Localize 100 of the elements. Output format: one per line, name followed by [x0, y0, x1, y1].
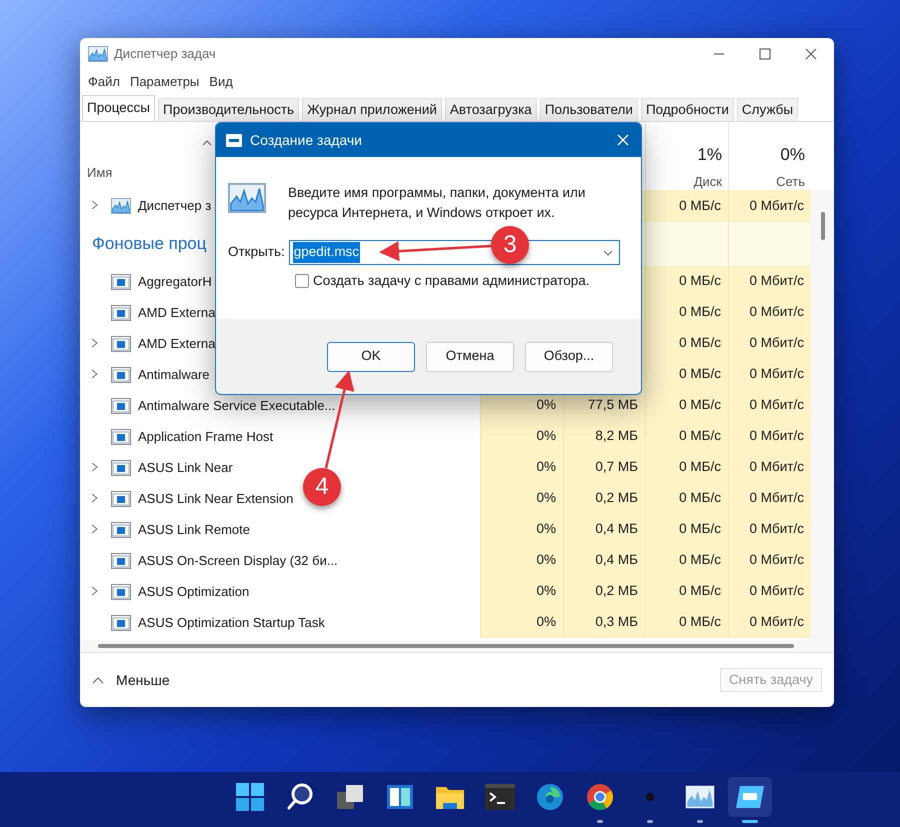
table-cell: 0 Мбит/с [728, 190, 811, 222]
process-icon [111, 336, 131, 352]
menu-item[interactable]: Параметры [126, 72, 204, 92]
usage-total: 1% [697, 144, 722, 166]
expand-chevron-icon[interactable] [91, 492, 98, 502]
table-cell: 0 Мбит/с [728, 390, 811, 421]
process-icon [111, 552, 131, 568]
expand-chevron-icon[interactable] [91, 586, 98, 596]
process-icon [111, 584, 131, 600]
process-name: AggregatorH [138, 272, 212, 291]
fewer-details-link[interactable]: Меньше [116, 670, 170, 690]
table-cell: 0,2 МБ [563, 483, 645, 514]
process-name: ASUS Link Remote [138, 520, 250, 539]
checkbox-label: Создать задачу с правами администратора. [313, 272, 590, 290]
process-name: ASUS Optimization [138, 582, 250, 601]
table-cell: 0 МБ/с [645, 390, 728, 421]
table-cell: 0 Мбит/с [728, 452, 811, 483]
column-label: Диск [694, 172, 722, 191]
table-cell: 0,7 МБ [563, 452, 645, 483]
table-cell: 0 МБ/с [645, 266, 728, 297]
dialog-button[interactable]: OK [327, 342, 415, 372]
tab[interactable]: Пользователи [540, 98, 638, 121]
table-cell: 0 Мбит/с [728, 421, 811, 452]
table-cell: 0 МБ/с [645, 452, 728, 483]
group-heading: Фоновые проц [92, 233, 207, 256]
window-icon[interactable] [728, 776, 772, 816]
window-title: Диспетчер задач [114, 45, 216, 64]
process-icon [111, 366, 131, 382]
maximize-icon[interactable] [759, 48, 771, 60]
table-cell: 0 МБ/с [645, 421, 728, 452]
expand-chevron-icon[interactable] [91, 462, 98, 472]
table-cell: 0 Мбит/с [728, 607, 811, 638]
table-cell: 0 Мбит/с [728, 514, 811, 545]
expand-chevron-icon[interactable] [91, 338, 98, 348]
vertical-scrollbar[interactable] [811, 190, 834, 640]
graph-icon [228, 183, 266, 214]
table-cell: 0 МБ/с [645, 576, 728, 607]
tab[interactable]: Подробности [640, 98, 734, 121]
dialog-button[interactable]: Обзор... [525, 342, 613, 372]
process-icon [111, 398, 131, 414]
process-name: AMD Externa [138, 334, 216, 353]
process-name: ASUS Link Near [138, 458, 233, 477]
close-icon[interactable] [805, 48, 817, 60]
menu-item[interactable]: Файл [84, 72, 124, 92]
open-label: Открыть: [228, 243, 285, 262]
dialog-icon [226, 134, 242, 146]
table-cell: 0 МБ/с [645, 607, 728, 638]
tab[interactable]: Автозагрузка [444, 98, 537, 121]
process-icon [111, 522, 131, 538]
process-icon [111, 428, 131, 444]
table-cell: 0 МБ/с [645, 483, 728, 514]
process-name: Antimalware [138, 366, 210, 384]
table-cell: 0% [480, 483, 563, 514]
process-name: ASUS Optimization Startup Task [138, 614, 325, 632]
dialog-message: Введите имя программы, папки, документа или ресурса Интернета, и Windows откроет их. [288, 184, 586, 222]
process-name: Antimalware Service Executable... [138, 396, 336, 415]
process-name: ASUS On-Screen Display (32 би... [138, 552, 338, 570]
table-cell: 0% [480, 607, 563, 638]
dialog-button[interactable]: Отмена [426, 342, 514, 372]
expand-chevron-icon[interactable] [91, 368, 98, 378]
table-cell: 0,4 МБ [563, 514, 645, 545]
table-cell: 0% [480, 576, 563, 607]
tab[interactable]: Производительность [158, 98, 300, 121]
process-icon [111, 614, 131, 630]
table-cell: 0,2 МБ [563, 576, 645, 607]
table-cell: 0 Мбит/с [728, 545, 811, 576]
expand-chevron-icon[interactable] [91, 200, 98, 210]
process-icon [111, 490, 131, 506]
collapse-caret-icon[interactable] [92, 676, 104, 684]
dialog-title: Создание задачи [250, 130, 362, 150]
tab[interactable]: Журнал приложений [302, 98, 442, 121]
graph-icon [111, 198, 131, 214]
usage-total: 0% [780, 144, 805, 166]
process-icon [111, 274, 131, 290]
table-cell: 0 МБ/с [645, 514, 728, 545]
table-cell: 0 МБ/с [645, 297, 728, 328]
admin-checkbox[interactable] [295, 274, 309, 288]
sort-caret-icon [202, 140, 212, 146]
tab[interactable]: Процессы [82, 95, 156, 121]
table-cell: 0 МБ/с [645, 328, 728, 359]
table-cell: 0 Мбит/с [728, 297, 811, 328]
menu-item[interactable]: Вид [205, 72, 237, 92]
process-name: Диспетчер з [138, 197, 212, 216]
column-label: Сеть [776, 172, 805, 190]
table-cell: 8,2 МБ [563, 421, 645, 452]
process-icon [111, 460, 131, 476]
table-cell: 0 Мбит/с [728, 266, 811, 297]
dropdown-caret-icon[interactable] [602, 250, 613, 256]
tab[interactable]: Службы [736, 98, 798, 121]
table-cell: 0 Мбит/с [728, 328, 811, 359]
process-name: AMD Externa [138, 304, 216, 322]
table-cell: 0% [480, 514, 563, 545]
process-name: ASUS Link Near Extension [138, 490, 294, 508]
expand-chevron-icon[interactable] [91, 524, 98, 534]
table-cell: 0% [480, 452, 563, 483]
table-cell: 0 МБ/с [645, 359, 728, 390]
process-icon [111, 304, 131, 320]
table-cell: 0% [480, 421, 563, 452]
table-cell: 0 МБ/с [645, 545, 728, 576]
horizontal-scrollbar[interactable] [80, 640, 834, 652]
